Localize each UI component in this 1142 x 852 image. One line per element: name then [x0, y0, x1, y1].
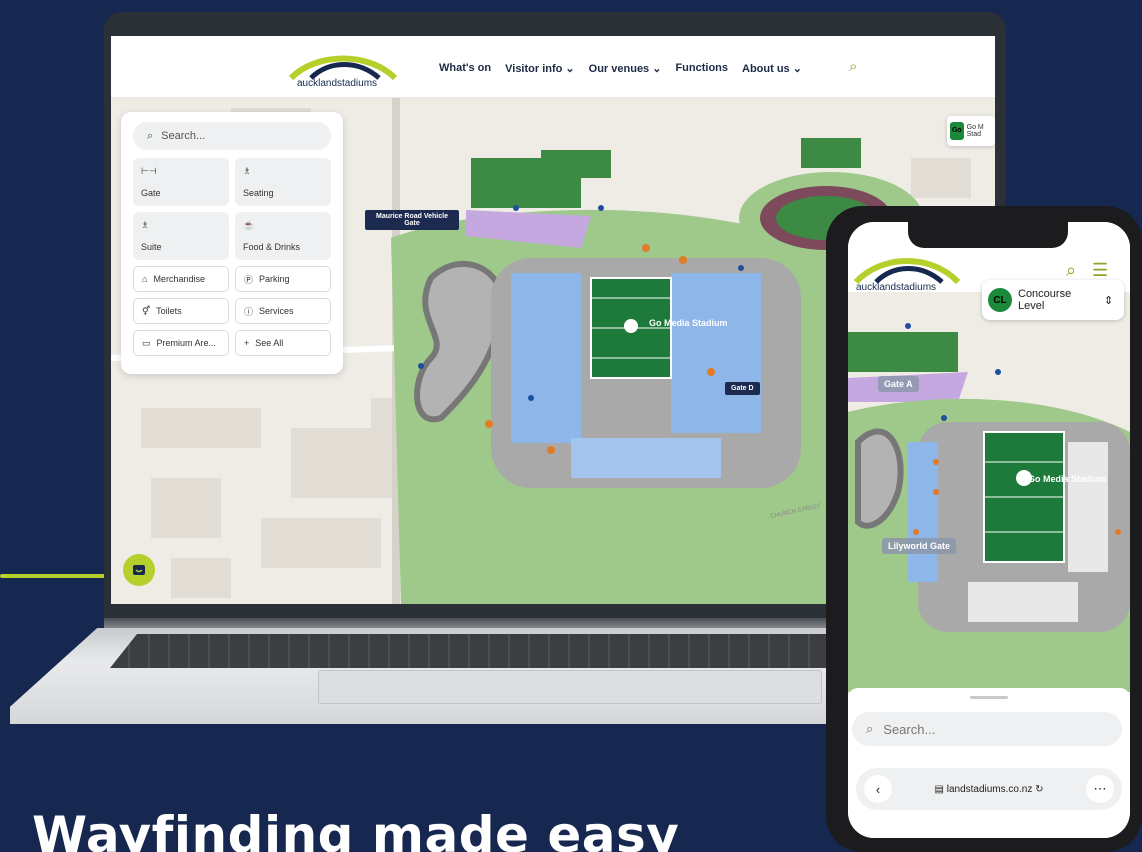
- phone-notch: [908, 222, 1068, 248]
- tile-suite[interactable]: ♗ Suite: [133, 212, 229, 260]
- tile-food[interactable]: ☕ Food & Drinks: [235, 212, 331, 260]
- bottom-sheet: ⌕ Search... ‹ ▤ landstadiums.co.nz ↻ ⋯: [848, 688, 1130, 838]
- category-tiles: ⊢⊣ Gate ♗ Seating ♗ Suite ☕ Food & Drinks: [133, 158, 331, 260]
- gate-a-label[interactable]: Gate A: [878, 376, 919, 392]
- gate-d-label[interactable]: Gate D: [725, 382, 760, 395]
- seat-icon: ♗: [243, 166, 252, 176]
- nav-functions[interactable]: Functions: [675, 62, 728, 75]
- chat-icon: [133, 565, 145, 575]
- tile-gate[interactable]: ⊢⊣ Gate: [133, 158, 229, 206]
- plus-icon: +: [244, 338, 250, 348]
- premium-icon: ▭: [142, 337, 151, 348]
- chip-premium[interactable]: ▭ Premium Are...: [133, 330, 229, 356]
- chat-button[interactable]: [123, 554, 155, 586]
- gate-icon: ⊢⊣: [141, 166, 157, 176]
- svg-text:aucklandstadiums: aucklandstadiums: [297, 78, 377, 88]
- sheet-handle[interactable]: [970, 696, 1008, 699]
- search-icon: ⌕: [147, 129, 154, 142]
- level-selector[interactable]: CL Concourse Level ⇕: [982, 280, 1124, 320]
- auckland-stadiums-logo[interactable]: aucklandstadiums: [287, 48, 399, 88]
- phone-screen: aucklandstadiums ⌕ ☰ CL Concourse Level …: [848, 222, 1130, 838]
- lilyworld-gate-label[interactable]: Lilyworld Gate: [882, 538, 957, 554]
- more-icon[interactable]: ⋯: [1085, 775, 1114, 803]
- nav-our-venues[interactable]: Our venues ⌄: [589, 62, 662, 75]
- auckland-stadiums-logo[interactable]: aucklandstadiums: [852, 250, 962, 292]
- search-icon[interactable]: ⌕: [1066, 260, 1076, 281]
- url-field[interactable]: ▤ landstadiums.co.nz ↻: [934, 784, 1043, 795]
- menu-icon[interactable]: ☰: [1092, 260, 1108, 281]
- wayfinding-panel: ⌕ Search... ⊢⊣ Gate ♗ Seating ♗ Suite ☕ Food…: [121, 112, 343, 374]
- main-nav: What's on Visitor info ⌄ Our venues ⌄ Fu…: [439, 62, 802, 75]
- nav-about-us[interactable]: About us ⌄: [742, 62, 802, 75]
- go-badge-icon: Go: [950, 122, 964, 140]
- search-icon[interactable]: ⌕: [849, 58, 857, 75]
- tile-seating[interactable]: ♗ Seating: [235, 158, 331, 206]
- nav-whats-on[interactable]: What's on: [439, 62, 491, 75]
- chip-see-all[interactable]: + See All: [235, 330, 331, 356]
- food-icon: ☕: [243, 220, 255, 230]
- info-icon: ⓘ: [244, 306, 254, 317]
- headline: Wayfinding made easy: [32, 806, 680, 852]
- stadium-label: Go Media Stadium: [649, 318, 728, 328]
- laptop-trackpad: [318, 670, 822, 704]
- search-icon: ⌕: [866, 721, 874, 736]
- stadium-label: Go Media Stadium: [1028, 474, 1107, 484]
- chip-services[interactable]: ⓘ Services: [235, 298, 331, 324]
- level-badge: CL: [988, 288, 1012, 312]
- site-header: aucklandstadiums What's on Visitor info …: [111, 36, 995, 98]
- chevron-updown-icon: ⇕: [1104, 294, 1114, 307]
- browser-bar: ‹ ▤ landstadiums.co.nz ↻ ⋯: [856, 768, 1122, 810]
- maurice-road-gate-label[interactable]: Maurice Road Vehicle Gate: [365, 210, 459, 230]
- parking-icon: Ⓟ: [244, 274, 254, 285]
- svg-text:aucklandstadiums: aucklandstadiums: [856, 282, 936, 292]
- level-name: Concourse Level: [1018, 288, 1072, 312]
- go-media-badge[interactable]: Go Go M Stad: [947, 116, 995, 146]
- nav-visitor-info[interactable]: Visitor info ⌄: [505, 62, 575, 75]
- chip-toilets[interactable]: ⚥ Toilets: [133, 298, 229, 324]
- toilets-icon: ⚥: [142, 305, 151, 316]
- phone-search-input[interactable]: ⌕ Search...: [852, 712, 1122, 746]
- chip-parking[interactable]: Ⓟ Parking: [235, 266, 331, 292]
- phone-map[interactable]: [848, 292, 1130, 692]
- back-icon[interactable]: ‹: [864, 775, 892, 803]
- suite-icon: ♗: [141, 220, 150, 230]
- bag-icon: ⌂: [142, 274, 148, 284]
- chip-merchandise[interactable]: ⌂ Merchandise: [133, 266, 229, 292]
- category-chips: ⌂ Merchandise Ⓟ Parking ⚥ Toilets ⓘ Services…: [133, 260, 331, 356]
- panel-search-input[interactable]: ⌕ Search...: [133, 122, 331, 150]
